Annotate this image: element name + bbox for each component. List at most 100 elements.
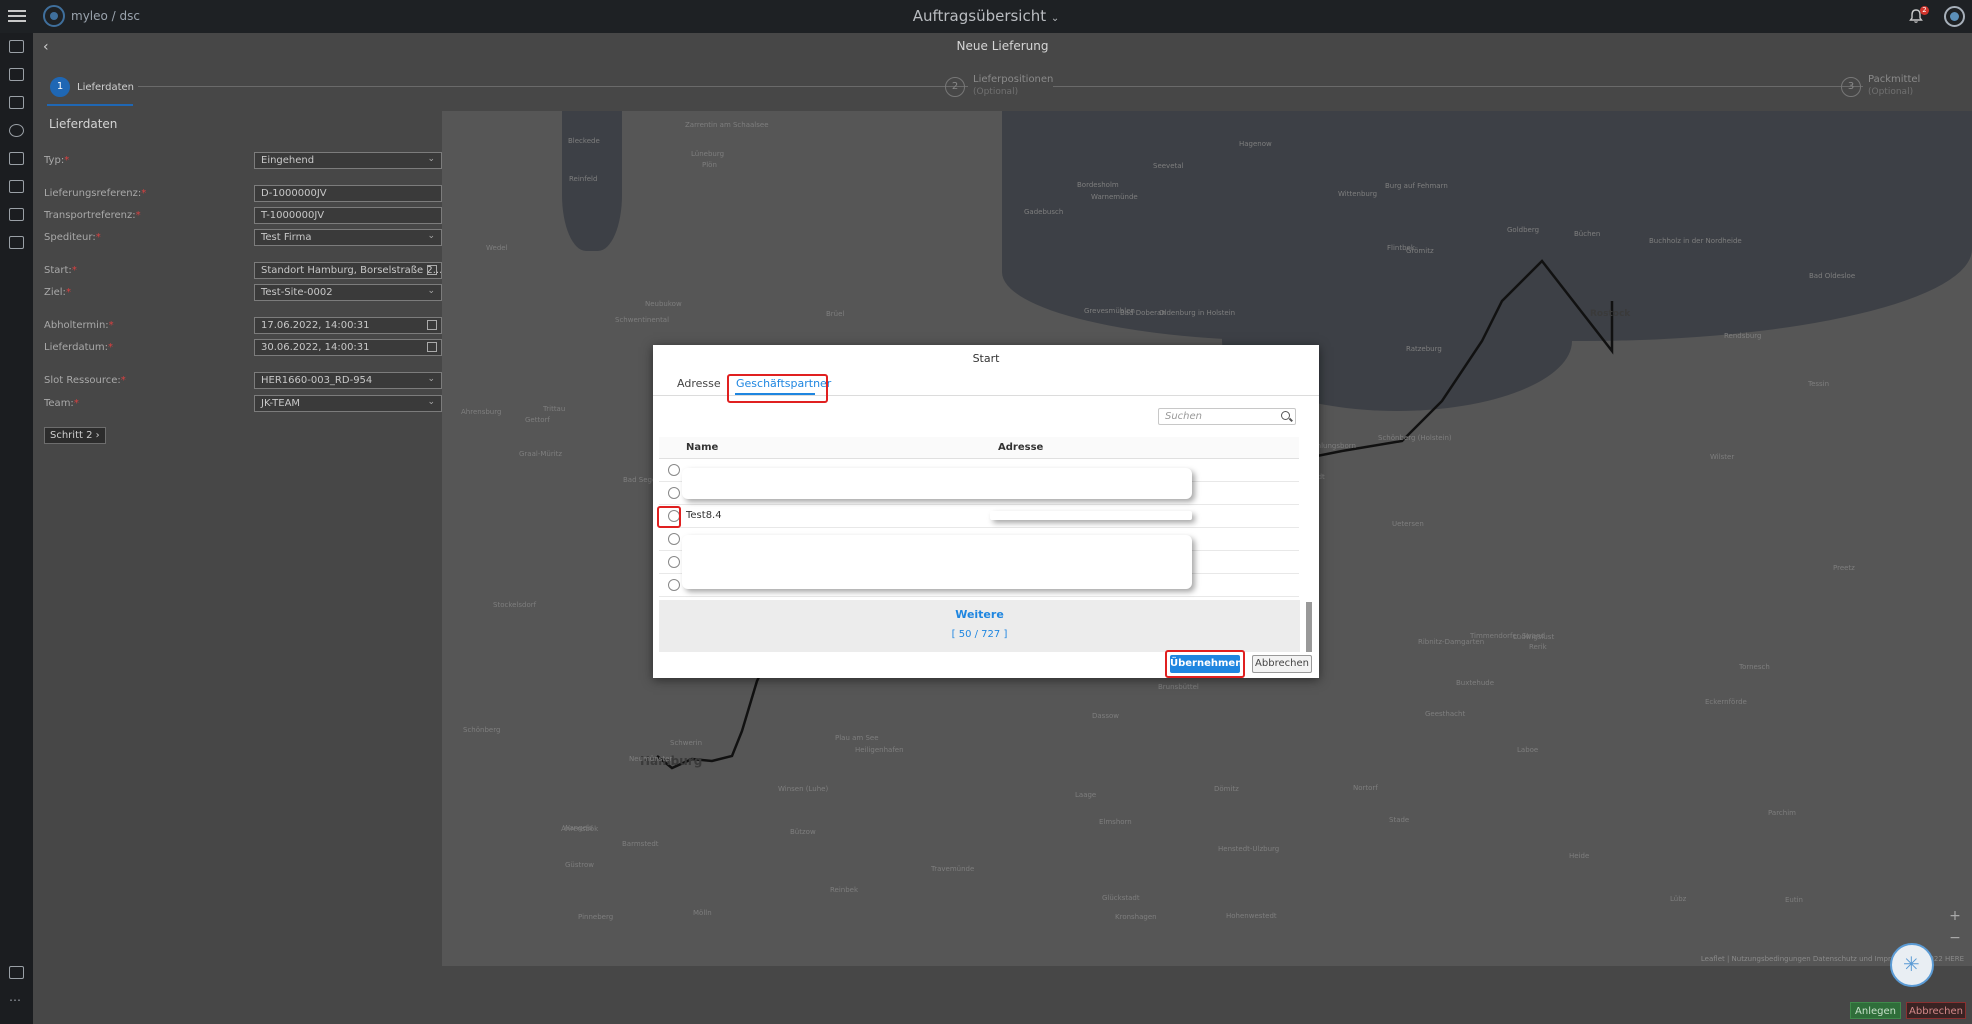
field-typ: Typ:* Eingehend ⌄ [44, 152, 444, 170]
slot-ressource-select[interactable]: HER1660-003_RD-954 ⌄ [254, 372, 442, 389]
map-place-label: Flintbek [1387, 244, 1415, 252]
home-icon[interactable] [9, 40, 24, 53]
map-place-label: Heiligenhafen [855, 746, 904, 754]
map-place-label: Uetersen [1392, 520, 1424, 528]
transportreferenz-input[interactable]: T-1000000JV [254, 207, 442, 224]
lieferdatum-input[interactable]: 30.06.2022, 14:00:31 [254, 339, 442, 356]
row-radio[interactable] [668, 579, 680, 591]
wizard-stepper: 1 Lieferdaten 2 Lieferpositionen (Option… [33, 69, 1972, 106]
abholtermin-input[interactable]: 17.06.2022, 14:00:31 [254, 317, 442, 334]
app-title-dropdown[interactable]: Auftragsübersicht ⌄ [0, 7, 1972, 25]
redaction-box [990, 511, 1192, 520]
map-place-label: Reinbek [830, 886, 859, 894]
map-place-label: Wittenburg [1338, 190, 1378, 198]
map-place-label: Henstedt-Ulzburg [1218, 845, 1280, 853]
map-place-label: Reinfeld [569, 175, 598, 183]
field-label: Ziel:* [44, 287, 71, 298]
map-place-label: Schwerin [670, 739, 703, 747]
step-2-label[interactable]: Lieferpositionen [973, 74, 1053, 85]
map-place-label: Ahrensbök [561, 825, 599, 833]
step-1-label[interactable]: Lieferdaten [77, 82, 134, 93]
map-place-label: Buchholz in der Nordheide [1649, 237, 1742, 245]
map-place-label: Tornesch [1739, 663, 1770, 671]
ziel-select[interactable]: Test-Site-0002 ⌄ [254, 284, 442, 301]
globe-icon[interactable] [9, 124, 24, 137]
brand-name: myleo / dsc [71, 9, 140, 23]
map-place-label: Wilster [1710, 453, 1735, 461]
warehouse-icon[interactable] [9, 236, 24, 249]
field-label: Abholtermin:* [44, 320, 114, 331]
wrench-icon[interactable] [9, 966, 24, 979]
map-place-label: Trittau [543, 405, 566, 413]
assistant-icon[interactable] [1890, 943, 1934, 987]
map-place-label: Ahrensburg [461, 408, 502, 416]
zoom-out-icon[interactable]: − [1946, 929, 1964, 947]
team-select[interactable]: JK-TEAM ⌄ [254, 395, 442, 412]
menu-icon[interactable] [8, 7, 26, 25]
chevron-down-icon: ⌄ [427, 286, 435, 296]
app-logo[interactable]: myleo / dsc [43, 5, 140, 27]
dialog-cancel-button[interactable]: Abbrechen [1252, 655, 1312, 673]
load-more-link[interactable]: Weitere [659, 608, 1300, 621]
map-place-label: Schönberg [463, 726, 501, 734]
chevron-down-icon: ⌄ [427, 374, 435, 384]
row-name: Test8.4 [686, 510, 722, 521]
calendar-icon[interactable] [9, 180, 24, 193]
zoom-in-icon[interactable]: + [1946, 907, 1964, 925]
active-step-underline [47, 104, 133, 106]
field-start: Start:* Standort Hamburg, Borselstraße 2… [44, 262, 444, 280]
document-icon[interactable] [9, 208, 24, 221]
map-place-label: Eckernförde [1705, 698, 1747, 706]
map-place-label: Gadebusch [1024, 208, 1064, 216]
cancel-button[interactable]: Abbrechen [1906, 1002, 1966, 1019]
step-3-label[interactable]: Packmittel [1868, 74, 1920, 85]
spediteur-select[interactable]: Test Firma ⌄ [254, 229, 442, 246]
map-place-label: Elmshorn [1099, 818, 1132, 826]
map-place-label: Hagenow [1239, 140, 1272, 148]
map-place-label: Laboe [1517, 746, 1539, 754]
row-radio[interactable] [668, 556, 680, 568]
row-radio[interactable] [668, 487, 680, 499]
map-place-label: Rendsburg [1724, 332, 1762, 340]
list-icon[interactable] [9, 96, 24, 109]
column-header-name[interactable]: Name [686, 442, 718, 453]
map-place-label: Bützow [790, 828, 816, 836]
map-place-label: Seevetal [1153, 162, 1184, 170]
field-label: Typ:* [44, 155, 70, 166]
map-place-label: Ratzeburg [1406, 345, 1442, 353]
map-city-label: Rostock [1590, 309, 1631, 319]
lieferungsreferenz-input[interactable]: D-1000000JV [254, 185, 442, 202]
calendar-icon [427, 342, 437, 352]
start-picker[interactable]: Standort Hamburg, Borselstraße 2... [254, 262, 442, 279]
table-scrollbar[interactable] [1306, 602, 1312, 652]
table-row[interactable]: Test8.4 [659, 505, 1299, 528]
field-team: Team:* JK-TEAM ⌄ [44, 395, 444, 413]
apply-button[interactable]: Übernehmen [1170, 655, 1242, 673]
step-2-indicator[interactable]: 2 [945, 77, 965, 97]
tab-adresse[interactable]: Adresse [677, 377, 721, 390]
step-3-indicator[interactable]: 3 [1841, 77, 1861, 97]
row-radio[interactable] [668, 464, 680, 476]
map-place-label: Brüel [826, 310, 845, 318]
logo-icon [43, 5, 65, 27]
user-avatar-icon[interactable] [1944, 6, 1965, 27]
search-input[interactable]: Suchen [1158, 408, 1296, 425]
map-place-label: Büchen [1574, 230, 1601, 238]
anchor-icon[interactable] [9, 152, 24, 165]
field-label: Transportreferenz:* [44, 210, 141, 221]
typ-select[interactable]: Eingehend ⌄ [254, 152, 442, 169]
more-icon[interactable]: ⋯ [9, 993, 21, 1007]
column-header-adresse[interactable]: Adresse [998, 442, 1043, 453]
map-place-label: Neumünster [629, 755, 673, 763]
map-place-label: Plön [702, 161, 717, 169]
row-radio[interactable] [668, 533, 680, 545]
truck-icon[interactable] [9, 68, 24, 81]
redaction-box [682, 535, 1192, 589]
highlight-selected-radio [657, 506, 681, 528]
map-place-label: Schwentinental [615, 316, 670, 324]
next-step-button[interactable]: Schritt 2 › [44, 427, 106, 444]
step-1-indicator[interactable]: 1 [50, 77, 70, 97]
create-button[interactable]: Anlegen [1850, 1002, 1901, 1019]
map-place-label: Dassow [1092, 712, 1119, 720]
map-place-label: Bordesholm [1077, 181, 1119, 189]
